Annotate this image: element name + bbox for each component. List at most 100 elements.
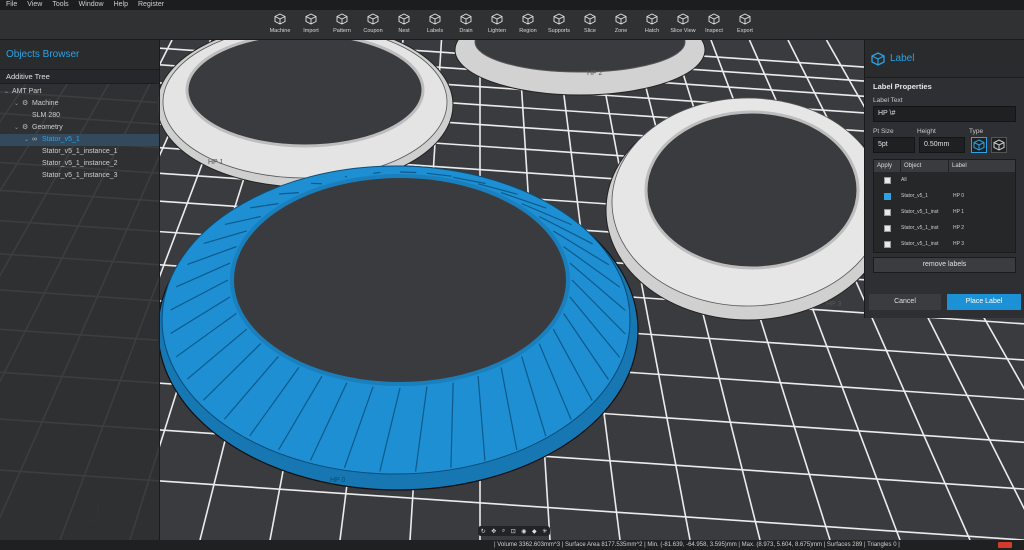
tool-region-button[interactable]: Region: [513, 12, 543, 39]
rotate-icon[interactable]: ↻: [481, 528, 486, 535]
view-cube-icon[interactable]: ◆: [532, 528, 537, 535]
menu-window[interactable]: Window: [79, 0, 104, 10]
tree-item[interactable]: ⌄ ⚙ Geometry: [0, 122, 159, 134]
status-bar: | Volume 3362.603mm^3 | Surface Area 817…: [0, 540, 1024, 550]
tree-item[interactable]: Stator_v5_1_instance_2: [0, 158, 159, 170]
chevron-down-icon[interactable]: ⌄: [14, 122, 22, 134]
row-object: Stator_v5_1_inst: [901, 209, 939, 215]
tool-export-button[interactable]: Export: [730, 12, 760, 39]
height-caption: Height: [917, 128, 936, 135]
label-properties-heading: Label Properties: [873, 82, 932, 91]
tool-label: Drain: [459, 28, 473, 34]
stator-selected[interactable]: [157, 165, 639, 491]
label-text-input[interactable]: HP \#: [873, 106, 1016, 122]
type-embossed-button[interactable]: [971, 137, 987, 153]
tree-item[interactable]: Stator_v5_1_instance_3: [0, 170, 159, 182]
row-label: HP 3: [953, 241, 965, 247]
settings-icon[interactable]: ✳: [542, 528, 547, 535]
tool-label: Region: [519, 28, 537, 34]
pt-size-input[interactable]: 5pt: [873, 137, 915, 153]
status-text: | Volume 3362.603mm^3 | Surface Area 817…: [494, 542, 900, 548]
tool-slice-button[interactable]: Slice: [575, 12, 605, 39]
col-object: Object: [900, 160, 948, 172]
tool-coupon-button[interactable]: Coupon: [358, 12, 388, 39]
apply-checkbox[interactable]: [884, 240, 891, 248]
tool-slice-view-button[interactable]: Slice View: [668, 12, 698, 39]
pattern-icon: [336, 13, 348, 25]
nest-icon: [398, 13, 410, 25]
type-caption: Type: [969, 128, 984, 135]
tool-label: Labels: [426, 28, 444, 34]
tool-drain-button[interactable]: Drain: [451, 12, 481, 39]
fit-icon[interactable]: ⊡: [511, 528, 516, 535]
tool-labels-button[interactable]: Labels: [420, 12, 450, 39]
tree-item[interactable]: Stator_v5_1_instance_1: [0, 146, 159, 158]
tool-machine-button[interactable]: Machine: [265, 12, 295, 39]
tree-node-icon: ∞: [32, 136, 37, 143]
menu-tools[interactable]: Tools: [52, 0, 68, 10]
part-label-text: HP 1: [208, 159, 224, 166]
table-row: Stator_v5_1_inst HP 3: [874, 236, 1015, 252]
tool-import-button[interactable]: Import: [296, 12, 326, 39]
stator-instance-3[interactable]: [605, 97, 891, 321]
tree-item-label: Geometry: [32, 124, 63, 131]
tool-inspect-button[interactable]: Inspect: [699, 12, 729, 39]
additive-tree: ⌄ AMT Part ⌄ ⚙ Machine SLM 280 ⌄ ⚙ Geometry ⌄ ∞ Sta…: [0, 84, 159, 182]
tool-zone-button[interactable]: Zone: [606, 12, 636, 39]
tree-item[interactable]: ⌄ ⚙ Machine: [0, 98, 159, 110]
apply-checkbox[interactable]: [884, 192, 891, 200]
part-label-text: HP 3: [826, 301, 842, 308]
tree-item[interactable]: SLM 280: [0, 110, 159, 122]
tool-label: Slice View: [670, 28, 696, 34]
label-panel-title: Label: [890, 53, 915, 64]
chevron-down-icon[interactable]: ⌄: [24, 134, 32, 146]
slice-icon: [584, 13, 596, 25]
height-input[interactable]: 0.50mm: [919, 137, 965, 153]
apply-checkbox[interactable]: [884, 176, 891, 184]
tree-item-label: AMT Part: [12, 88, 42, 95]
tool-label: Export: [737, 28, 753, 34]
remove-labels-button[interactable]: remove labels: [873, 257, 1016, 273]
tree-node-icon: ⚙: [22, 124, 29, 131]
pan-icon[interactable]: ✥: [491, 528, 496, 535]
tree-item[interactable]: ⌄ ∞ Stator_v5_1: [0, 134, 159, 146]
objects-browser-panel: Objects Browser Additive Tree ⌄ AMT Part ⌄…: [0, 40, 160, 540]
export-icon: [739, 13, 751, 25]
chevron-down-icon[interactable]: ⌄: [14, 98, 22, 110]
label-panel-header: Label: [865, 40, 1024, 78]
table-row: All: [874, 172, 1015, 188]
menu-file[interactable]: File: [6, 0, 17, 10]
tree-item[interactable]: ⌄ AMT Part: [0, 86, 159, 98]
cancel-button[interactable]: Cancel: [869, 294, 941, 310]
label-actions: Cancel Place Label: [865, 294, 1024, 310]
tool-lighten-button[interactable]: Lighten: [482, 12, 512, 39]
slice-view-icon: [677, 13, 689, 25]
eye-icon[interactable]: ◉: [521, 528, 526, 535]
import-icon: [305, 13, 317, 25]
tool-nest-button[interactable]: Nest: [389, 12, 419, 39]
place-label-button[interactable]: Place Label: [947, 294, 1021, 310]
zoom-icon[interactable]: ⌕: [502, 528, 505, 535]
tool-supports-button[interactable]: Supports: [544, 12, 574, 39]
apply-checkbox[interactable]: [884, 208, 891, 216]
tool-pattern-button[interactable]: Pattern: [327, 12, 357, 39]
tool-label: Coupon: [363, 28, 383, 34]
machine-icon: [274, 13, 286, 25]
table-header-row: Apply Object Label: [874, 160, 1015, 172]
drain-icon: [460, 13, 472, 25]
menu-help[interactable]: Help: [114, 0, 128, 10]
menu-view[interactable]: View: [27, 0, 42, 10]
apply-checkbox[interactable]: [884, 224, 891, 232]
chevron-down-icon[interactable]: ⌄: [4, 86, 12, 98]
row-label: HP 1: [953, 209, 965, 215]
tool-label: Slice: [584, 28, 596, 34]
size-height-type-row: Pt Size Height Type: [873, 128, 1016, 135]
tool-label: Supports: [547, 28, 570, 34]
tree-item-label: Stator_v5_1: [42, 136, 80, 143]
additive-tree-tab[interactable]: Additive Tree: [0, 70, 159, 84]
type-engraved-button[interactable]: [991, 137, 1007, 153]
menu-register[interactable]: Register: [138, 0, 164, 10]
tool-hatch-button[interactable]: Hatch: [637, 12, 667, 39]
region-icon: [522, 13, 534, 25]
lighten-icon: [491, 13, 503, 25]
